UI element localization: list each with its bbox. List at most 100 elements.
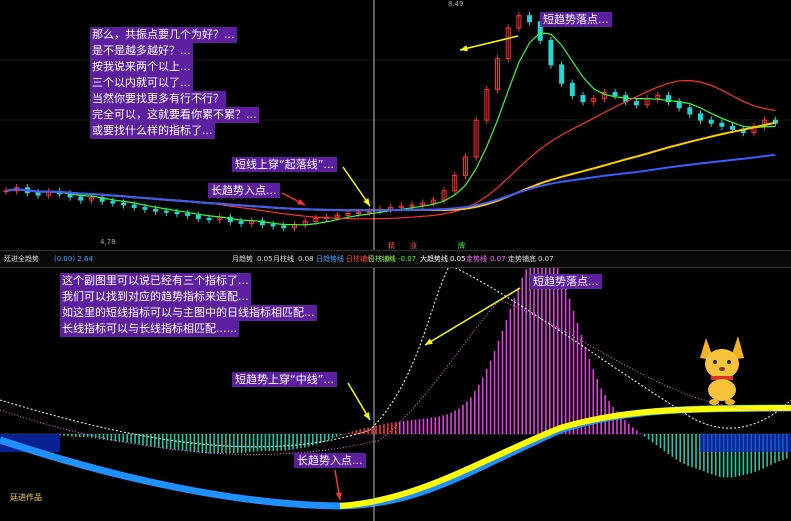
annotation-arrows <box>281 35 521 501</box>
histogram-bar <box>643 434 646 437</box>
histogram-bar <box>462 404 464 434</box>
indicator-legend-bar: 廷进全趋势 (0.00) 2.64 月趋势 0.05 月柱线 0.08 日趋势线… <box>0 250 791 268</box>
histogram-bar <box>383 424 385 434</box>
histogram-bar <box>189 434 192 452</box>
histogram-bar <box>454 410 456 434</box>
histogram-bar <box>347 432 350 434</box>
legend-value: 0.07 <box>538 255 554 263</box>
legend-label: 走势线 <box>466 255 487 263</box>
histogram-bar <box>651 434 654 443</box>
candle-body <box>78 196 84 201</box>
histogram-bar <box>517 287 520 434</box>
histogram-bar <box>596 378 599 434</box>
candle-body <box>708 119 714 124</box>
histogram-bar <box>276 434 279 451</box>
high-price-label: 8.49 <box>448 0 464 8</box>
histogram-bar <box>450 412 452 434</box>
histogram-bar <box>264 434 267 451</box>
histogram-bar <box>683 434 685 464</box>
legend-value: 0.07 <box>490 255 506 263</box>
histogram-bar <box>493 350 496 434</box>
annotation-line: 三个以内就可以了... <box>90 75 193 91</box>
histogram-bar <box>655 434 658 446</box>
histogram-bar <box>177 434 180 451</box>
annotation-line: 如这里的短线指标可以与主图中的日线指标相匹配... <box>60 305 317 321</box>
annotation-line: 我们可以找到对应的趋势指标来适配... <box>60 289 251 305</box>
histogram-bar <box>154 434 156 447</box>
histogram-bar <box>513 297 516 434</box>
candle-body <box>238 221 244 224</box>
legend-value: 0.05 <box>450 255 466 263</box>
legend-label: 日柱铺线 <box>368 255 396 263</box>
indicator-name: 廷进全趋势 <box>4 255 39 263</box>
histogram-bar <box>466 401 468 434</box>
ma-line-60 <box>5 153 776 212</box>
histogram-bar <box>556 268 559 434</box>
annotation-line: 按我说来两个以上... <box>90 59 193 75</box>
histogram-bar <box>280 434 283 451</box>
candle-body <box>270 224 276 227</box>
annotation-line: 长线指标可以与长线指标相匹配...... <box>60 321 239 337</box>
histogram-bar <box>632 427 634 434</box>
legend-value: 0.05 <box>257 255 273 263</box>
histogram-bar <box>205 434 207 454</box>
histogram-bar <box>363 428 365 434</box>
histogram-bar <box>193 434 196 453</box>
arrow-shaft <box>459 35 519 51</box>
histogram-bar <box>422 418 425 434</box>
candle-body <box>527 15 533 23</box>
histogram-bar <box>161 434 164 449</box>
histogram-bar <box>438 416 441 434</box>
histogram-bar <box>146 434 148 446</box>
low-price-label: 4.78 <box>100 238 116 246</box>
histogram-bar <box>335 434 338 437</box>
arrow-head <box>335 492 342 500</box>
candle-body <box>633 101 639 106</box>
histogram-bar <box>671 434 674 457</box>
histogram-bar <box>300 434 302 449</box>
top-left-annotation: 那么，共振点要几个为好？... 是不是越多越好？... 按我说来两个以上... … <box>90 27 259 139</box>
arrow-head <box>363 198 370 206</box>
histogram-bar <box>375 425 377 434</box>
candle-body <box>676 101 682 109</box>
annotation-line: 那么，共振点要几个为好？... <box>90 27 237 43</box>
histogram-bar <box>576 322 579 434</box>
histogram-bar <box>79 434 81 437</box>
histogram-bar <box>458 408 460 434</box>
candle-body <box>153 208 159 212</box>
histogram-bar <box>98 434 101 440</box>
candle-body <box>142 206 148 210</box>
candle-body <box>131 204 137 208</box>
histogram-bar <box>82 434 85 437</box>
histogram-bar <box>248 434 251 453</box>
candle-body <box>548 39 554 66</box>
annotation-line: 当然你要找更多有行不行？ <box>90 91 226 107</box>
histogram-bar <box>485 368 488 434</box>
candle-body <box>35 192 41 196</box>
histogram-bar <box>237 434 239 454</box>
candle-body <box>698 113 704 121</box>
histogram-bar <box>209 434 211 454</box>
histogram-bar <box>244 434 247 453</box>
candle-body <box>110 200 116 204</box>
histogram-bar <box>122 434 125 443</box>
histogram-bar <box>414 419 417 434</box>
histogram-bar <box>442 415 444 434</box>
candle-body <box>195 214 201 219</box>
indicator-name-value: (0.00) 2.64 <box>54 255 93 263</box>
histogram-bar <box>628 423 630 434</box>
histogram-bar <box>426 418 429 434</box>
bottom-long-entry-tag: 长趋势入点... <box>294 453 366 468</box>
candle-body <box>719 122 725 127</box>
histogram-bar <box>406 420 409 434</box>
candle-body <box>121 202 127 206</box>
annotation-line: 是不是越多越好？... <box>90 43 193 59</box>
candle-body <box>730 125 736 130</box>
histogram-bar <box>391 422 393 434</box>
legend-label: 走势铺底 <box>508 255 536 263</box>
histogram-bar <box>624 420 626 434</box>
candle-body <box>174 211 180 215</box>
histogram-bar <box>67 434 69 437</box>
histogram-bar <box>572 310 575 434</box>
legend-value: -0.07 <box>398 255 417 263</box>
